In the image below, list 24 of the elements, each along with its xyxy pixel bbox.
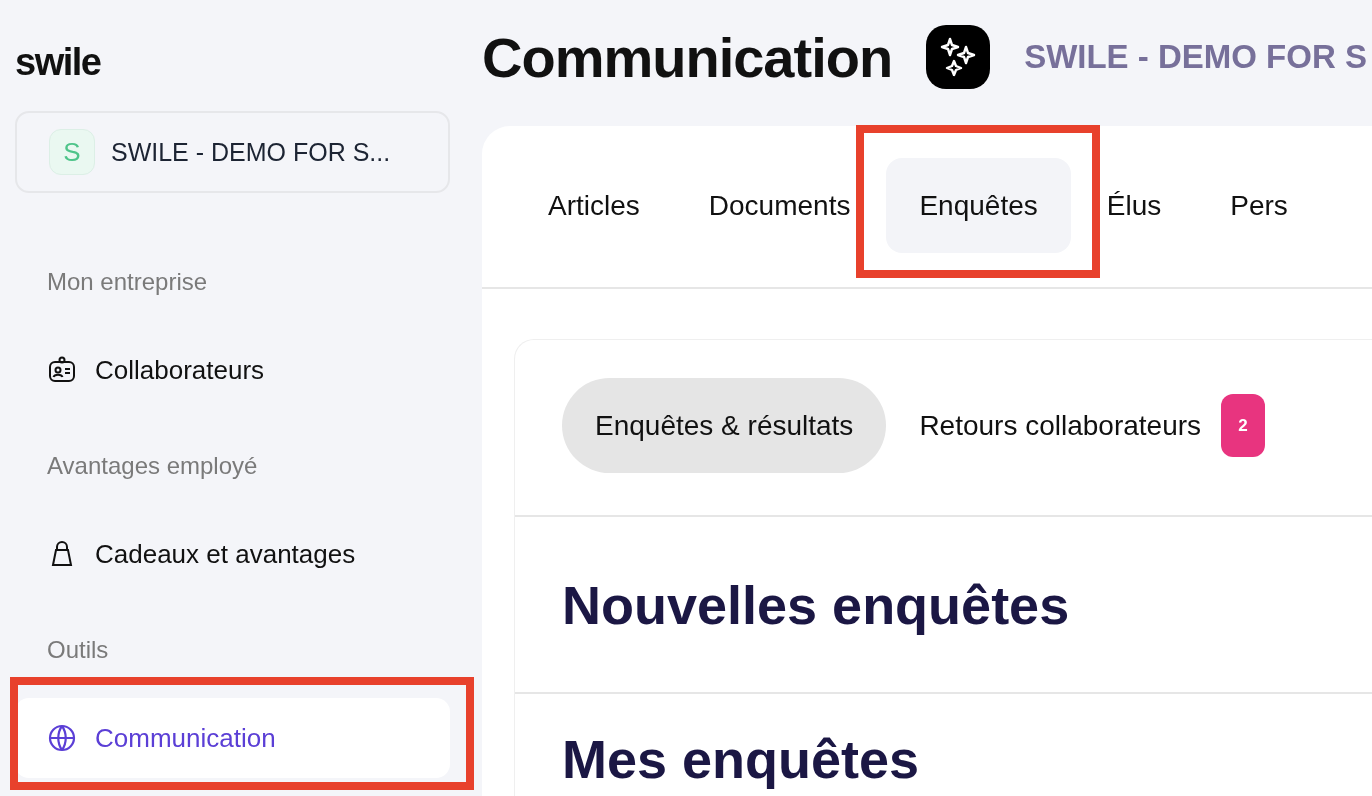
- swile-logo: swile: [15, 40, 101, 84]
- section-heading: Avantages employé: [46, 451, 259, 481]
- organization-selector[interactable]: S SWILE - DEMO FOR S...: [15, 111, 450, 193]
- organization-avatar: S: [49, 129, 95, 175]
- tab[interactable]: Documents: [675, 158, 884, 253]
- sidebar-item[interactable]: Cadeaux et avantages: [15, 514, 450, 594]
- sidebar-item[interactable]: Collaborateurs: [15, 330, 450, 410]
- tab[interactable]: Élus: [1073, 158, 1195, 253]
- section-title: Mes enquêtes: [562, 728, 920, 790]
- company-name: SWILE - DEMO FOR S: [1024, 38, 1367, 76]
- id-badge-icon: [47, 355, 77, 385]
- tab[interactable]: Enquêtes: [886, 158, 1071, 253]
- section-heading: Mon entreprise: [46, 267, 209, 297]
- section-heading: Outils: [46, 635, 110, 665]
- sidebar-item[interactable]: Communication: [15, 698, 450, 778]
- sparkles-icon: [926, 25, 991, 89]
- globe-icon: [47, 723, 77, 753]
- page-title: Communication: [482, 24, 893, 90]
- tab[interactable]: Articles: [515, 158, 673, 253]
- tab[interactable]: Pers: [1197, 158, 1321, 253]
- section-title: Nouvelles enquêtes: [562, 573, 1070, 636]
- sub-tab[interactable]: Retours collaborateurs 2: [886, 378, 1299, 473]
- count-badge: 2: [1221, 394, 1266, 457]
- sub-tab[interactable]: Enquêtes & résultats: [562, 378, 887, 473]
